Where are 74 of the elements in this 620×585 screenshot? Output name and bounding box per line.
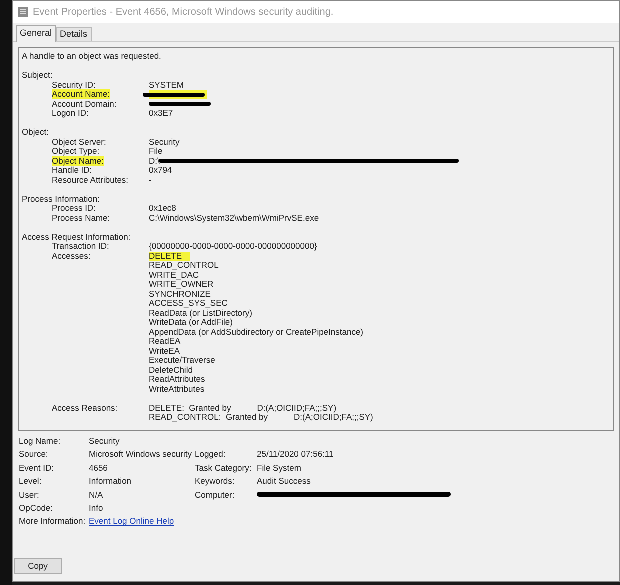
field-label: Account Domain: — [52, 98, 117, 108]
field-value: WriteData (or AddFile) — [149, 318, 233, 328]
field-value: File — [149, 147, 163, 156]
section-heading: Process Information: — [22, 194, 100, 204]
help-link[interactable]: Event Log Online Help — [89, 516, 174, 526]
field-label: Transaction ID: — [52, 241, 110, 251]
grant-value: D:(A;OICIID;FA;;;SY) — [257, 404, 337, 413]
detail-label: Level: — [19, 476, 43, 486]
field-value: WRITE_OWNER — [149, 280, 214, 290]
field-value: READ_CONTROL — [149, 261, 219, 270]
field-value: READ_CONTROL: Granted by — [149, 413, 268, 422]
field-value: Execute/Traverse — [149, 356, 216, 366]
detail-label: Source: — [19, 449, 50, 460]
field-value: WRITE_DAC — [149, 270, 200, 280]
copy-button[interactable]: Copy — [14, 558, 62, 574]
detail-value: 25/11/2020 07:56:11 — [257, 449, 335, 460]
detail-label: Computer: — [195, 490, 236, 500]
field-value: DeleteChild — [149, 366, 193, 375]
detail-label: Event ID: — [19, 462, 55, 473]
field-value: DELETE: Granted by — [149, 404, 232, 413]
field-label: Process ID: — [52, 203, 96, 213]
section-heading: Subject: — [22, 71, 53, 80]
field-label: Account Name: — [52, 89, 110, 99]
field-label: Access Reasons: — [52, 402, 118, 412]
field-label: Handle ID: — [52, 165, 92, 175]
tab[interactable]: Details — [56, 27, 92, 41]
field-value: ReadData (or ListDirectory) — [149, 308, 252, 318]
field-value: DELETE — [149, 252, 190, 261]
field-label: Logon ID: — [52, 108, 89, 118]
detail-label: User: — [19, 490, 40, 500]
field-value: Security — [149, 138, 180, 147]
field-value: 0x794 — [149, 166, 172, 176]
field-value: ReadEA — [149, 337, 181, 346]
event-log-icon — [17, 6, 29, 18]
field-label: Resource Attributes: — [52, 174, 129, 184]
field-value: AppendData (or AddSubdirectory or CreatePipeInstance) — [149, 328, 364, 337]
field-label: Object Type: — [52, 146, 100, 156]
detail-label: Log Name: — [19, 436, 62, 446]
detail-label: Task Category: — [195, 462, 253, 473]
window-title: Event Properties - Event 4656, Microsoft Windows security auditing. — [33, 6, 334, 20]
field-value: D:\ — [149, 156, 160, 166]
detail-value: Microsoft Windows security — [89, 449, 193, 460]
detail-value: Security — [89, 436, 121, 446]
field-value: SYNCHRONIZE — [149, 290, 211, 299]
field-value: 0x3E7 — [149, 109, 174, 118]
section-heading: Access Request Information: — [22, 232, 131, 242]
grant-value: D:(A;OICIID;FA;;;SY) — [294, 413, 374, 422]
summary-text: A handle to an object was requested. — [22, 52, 162, 62]
field-label: Process Name: — [52, 212, 110, 222]
detail-label: More Information: — [19, 516, 87, 526]
section-heading: Object: — [22, 128, 49, 138]
field-label: Object Name: — [52, 156, 104, 166]
detail-label: Logged: — [195, 449, 227, 460]
detail-label: OpCode: — [19, 502, 54, 513]
field-value: C:\Windows\System32\wbem\WmiPrvSE.exe — [149, 214, 320, 223]
detail-value: N/A — [89, 490, 104, 500]
detail-value: Information — [89, 476, 133, 486]
field-value: 0x1ec8 — [149, 204, 176, 214]
field-value: ACCESS_SYS_SEC — [149, 299, 228, 308]
field-value: WriteEA — [149, 346, 180, 356]
detail-value: Info — [89, 502, 104, 513]
field-value: WriteAttributes — [149, 384, 205, 394]
field-label: Accesses: — [52, 250, 91, 260]
field-label: Security ID: — [52, 80, 96, 90]
tab[interactable]: General — [16, 25, 56, 42]
detail-value: File System — [257, 462, 302, 473]
field-label: Object Server: — [52, 136, 106, 146]
detail-value: Audit Success — [257, 476, 312, 486]
field-value: ReadAttributes — [149, 375, 206, 384]
field-value: {00000000-0000-0000-0000-000000000000} — [149, 242, 318, 252]
field-value: SYSTEM — [149, 80, 184, 90]
field-value: - — [149, 176, 152, 185]
detail-label: Keywords: — [195, 476, 236, 486]
detail-value: 4656 — [89, 462, 109, 473]
